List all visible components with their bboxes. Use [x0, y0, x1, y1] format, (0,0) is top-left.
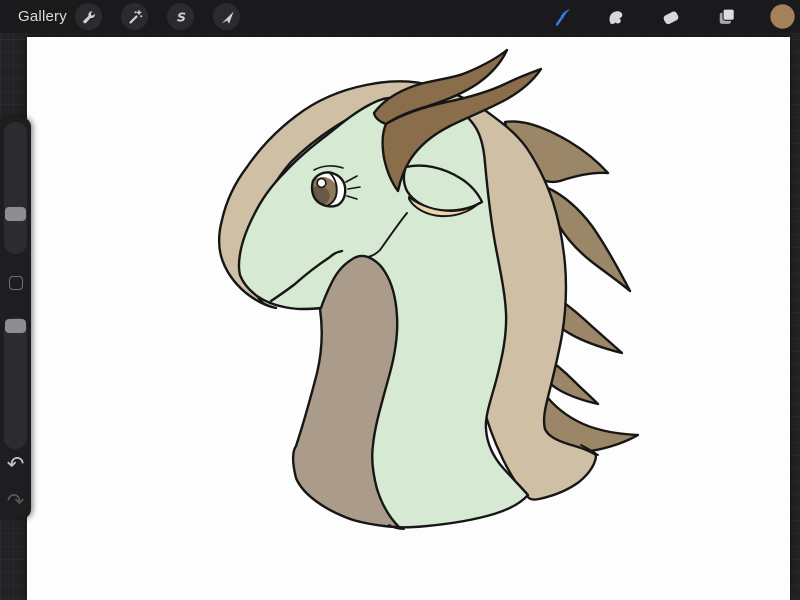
- transform-button[interactable]: [213, 3, 240, 30]
- svg-text:S: S: [176, 9, 185, 24]
- selection-s-icon: S: [173, 9, 189, 25]
- redo-button[interactable]: ↷: [0, 491, 31, 512]
- smudge-icon: [604, 6, 626, 28]
- brush-tool-button[interactable]: [550, 4, 575, 29]
- top-toolbar: Gallery S: [0, 0, 800, 33]
- eraser-tool-button[interactable]: [659, 4, 684, 29]
- app-window: Gallery S: [0, 0, 800, 600]
- actions-button[interactable]: [75, 3, 102, 30]
- brush-icon: [552, 6, 574, 28]
- opacity-handle[interactable]: [5, 319, 26, 333]
- layers-button[interactable]: [714, 4, 739, 29]
- layers-icon: [716, 6, 738, 28]
- adjustments-button[interactable]: [121, 3, 148, 30]
- smudge-tool-button[interactable]: [602, 4, 627, 29]
- color-swatch-button[interactable]: [770, 4, 795, 29]
- opacity-slider[interactable]: [4, 317, 27, 449]
- gallery-button[interactable]: Gallery: [18, 0, 67, 33]
- magic-wand-icon: [127, 9, 143, 25]
- modify-button[interactable]: [9, 276, 23, 290]
- undo-button[interactable]: ↶: [0, 454, 31, 475]
- eraser-icon: [661, 6, 683, 28]
- brush-size-handle[interactable]: [5, 207, 26, 221]
- sidebar: ↶ ↷: [0, 117, 31, 519]
- wrench-icon: [81, 9, 97, 25]
- drawing-canvas[interactable]: [27, 37, 790, 600]
- transform-arrow-icon: [219, 9, 235, 25]
- selection-button[interactable]: S: [167, 3, 194, 30]
- color-swatch: [770, 4, 795, 29]
- brush-size-slider[interactable]: [4, 122, 27, 254]
